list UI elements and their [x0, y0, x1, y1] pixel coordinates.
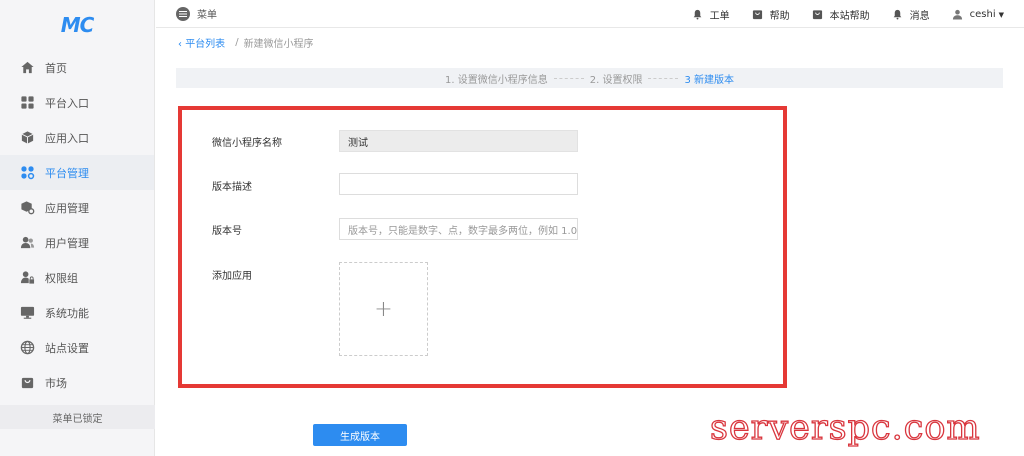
sidebar: MC 首页 平台入口 应用入口 平台管理 应用管理 用户管理 权限组 系统功能 … [0, 0, 155, 456]
topbar: 菜单 工单 帮助 本站帮助 消息 ceshi ▼ [156, 0, 1024, 28]
breadcrumb-current: 新建微信小程序 [243, 39, 314, 50]
user-menu[interactable]: ceshi ▼ [952, 9, 1004, 20]
messages-link[interactable]: 消息 [892, 7, 930, 22]
description-input[interactable] [339, 173, 578, 195]
sidebar-nav: 首页 平台入口 应用入口 平台管理 应用管理 用户管理 权限组 系统功能 站点设… [0, 50, 154, 400]
step-divider [648, 77, 679, 79]
sidebar-item-site-settings[interactable]: 站点设置 [0, 330, 154, 365]
home-icon [19, 60, 35, 76]
ticket-link[interactable]: 工单 [692, 7, 730, 22]
sidebar-item-user-manage[interactable]: 用户管理 [0, 225, 154, 260]
name-field[interactable]: 测试 [339, 130, 578, 152]
user-lock-icon [19, 270, 35, 286]
version-input[interactable]: 版本号，只能是数字、点，数字最多两位，例如 1.01 [339, 218, 578, 240]
description-label: 版本描述 [212, 182, 252, 193]
menu-icon [176, 6, 190, 21]
bell-icon [693, 9, 701, 20]
step-2: 2. 设置权限 [589, 74, 643, 86]
step-indicator: 1. 设置微信小程序信息 2. 设置权限 3 新建版本 [176, 68, 1003, 88]
sidebar-item-label: 系统功能 [45, 306, 89, 320]
bag-icon [19, 375, 35, 391]
monitor-icon [19, 305, 35, 321]
sidebar-item-home[interactable]: 首页 [0, 50, 154, 85]
version-label: 版本号 [212, 226, 242, 237]
step-divider [553, 77, 584, 79]
sidebar-item-label: 首页 [45, 61, 67, 75]
sidebar-item-app-entry[interactable]: 应用入口 [0, 120, 154, 155]
generate-version-button[interactable]: 生成版本 [313, 424, 407, 446]
grid-icon [19, 95, 35, 111]
user-icon [952, 9, 962, 20]
step-1: 1. 设置微信小程序信息 [444, 74, 548, 86]
step-3: 3 新建版本 [684, 74, 734, 86]
help-link[interactable]: 帮助 [752, 7, 790, 22]
bell-icon [893, 9, 901, 20]
sidebar-item-label: 用户管理 [45, 236, 89, 250]
sidebar-item-system-functions[interactable]: 系统功能 [0, 295, 154, 330]
sidebar-item-label: 站点设置 [45, 341, 89, 355]
menu-lock-toggle[interactable]: 菜单已锁定 [0, 405, 155, 429]
logo[interactable]: MC [0, 0, 154, 50]
shopping-bag-icon [752, 10, 762, 20]
plus-icon: + [374, 296, 393, 322]
chevron-down-icon: ▼ [998, 10, 1004, 19]
cube-gear-icon [19, 200, 35, 216]
sidebar-item-label: 应用入口 [45, 131, 89, 145]
add-app-label: 添加应用 [212, 271, 252, 282]
sidebar-item-label: 应用管理 [45, 201, 89, 215]
sidebar-item-label: 权限组 [45, 271, 78, 285]
sidebar-item-label: 市场 [45, 376, 67, 390]
form-highlight-frame: 微信小程序名称 测试 版本描述 版本号 版本号，只能是数字、点，数字最多两位，例… [178, 106, 787, 388]
sidebar-item-app-manage[interactable]: 应用管理 [0, 190, 154, 225]
breadcrumb-back-link[interactable]: ‹ 平台列表 [178, 35, 225, 50]
site-help-link[interactable]: 本站帮助 [812, 7, 870, 22]
menu-toggle-button[interactable]: 菜单 [176, 6, 217, 21]
shopping-bag-icon [812, 10, 822, 20]
top-links: 工单 帮助 本站帮助 消息 ceshi ▼ [670, 7, 1004, 22]
sidebar-item-label: 平台管理 [45, 166, 89, 180]
sidebar-item-permission-group[interactable]: 权限组 [0, 260, 154, 295]
sidebar-item-label: 平台入口 [45, 96, 89, 110]
breadcrumb: ‹ 平台列表 / 新建微信小程序 [178, 35, 314, 50]
apps-gear-icon [19, 165, 35, 181]
name-label: 微信小程序名称 [212, 138, 282, 149]
users-icon [19, 235, 35, 251]
globe-icon [19, 340, 35, 356]
box-icon [19, 130, 35, 146]
sidebar-item-platform-manage[interactable]: 平台管理 [0, 155, 154, 190]
sidebar-item-platform-entry[interactable]: 平台入口 [0, 85, 154, 120]
watermark: serverspc.com [709, 407, 981, 448]
sidebar-item-market[interactable]: 市场 [0, 365, 154, 400]
add-app-button[interactable]: + [339, 262, 428, 356]
